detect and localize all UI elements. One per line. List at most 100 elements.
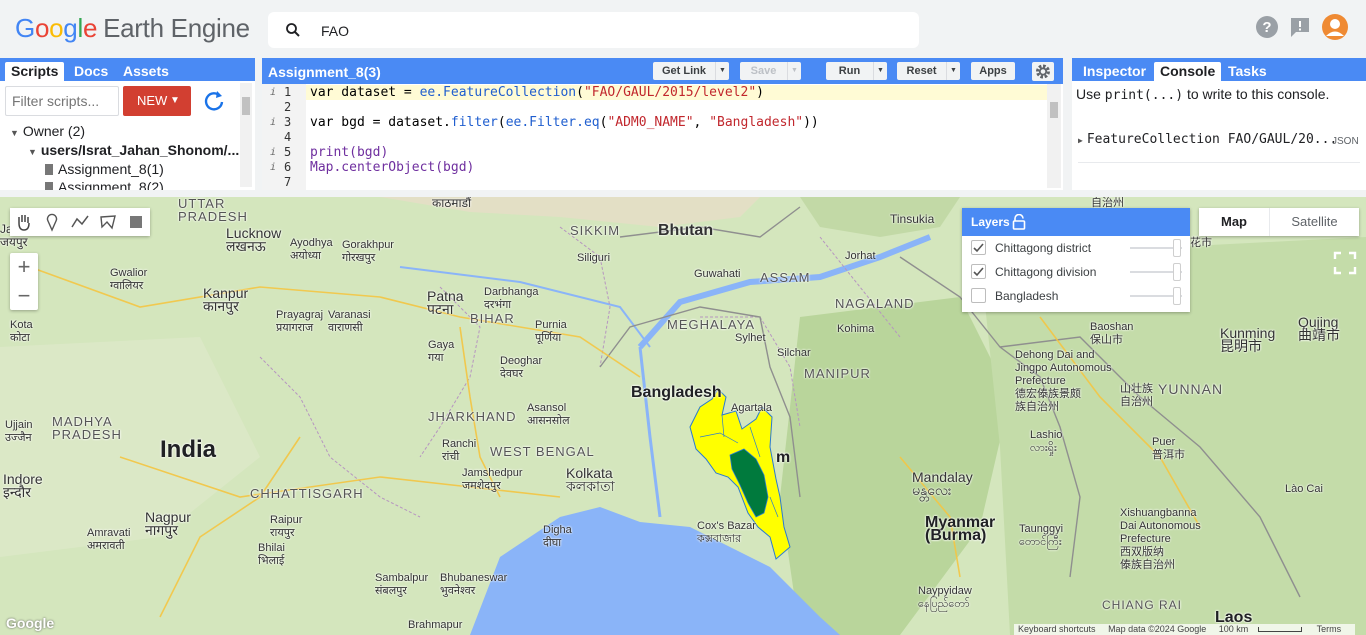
fullscreen-icon[interactable] [1331,249,1359,277]
map-label: Nagpur नागपुर [145,509,191,538]
opacity-slider-handle[interactable] [1173,239,1181,257]
map-label: काठमाडौं [432,197,472,210]
script-file[interactable]: Assignment_8(2) [45,179,164,190]
map-label: Brahmapur [408,619,463,631]
layers-header[interactable]: Layers [962,208,1190,236]
user-folder[interactable]: ▼ users/Israt_Jahan_Shonom/... [28,142,239,158]
caret-down-icon: ▼ [10,128,19,138]
map-label: MEGHALAYA [667,317,755,332]
refresh-icon[interactable] [200,87,228,115]
info-icon[interactable]: i [270,160,276,175]
map-type-map-button[interactable]: Map [1199,208,1269,236]
filter-scripts-input[interactable] [5,86,119,116]
draw-line-icon[interactable] [66,208,94,236]
divider [1078,162,1360,163]
map-label: Sylhet [735,332,766,344]
code-line-1[interactable]: var dataset = ee.FeatureCollection("FAO/… [310,85,764,100]
map-label: Patna पटना [427,288,464,317]
opacity-slider-handle[interactable] [1173,263,1181,281]
map-label: Indore इन्दौर [3,471,43,500]
file-icon [45,164,53,175]
scale-label[interactable]: 100 km [1219,624,1249,634]
caret-down-icon[interactable]: ▼ [787,62,801,80]
owner-group[interactable]: ▼ Owner (2) [10,123,85,139]
caret-down-icon[interactable]: ▼ [946,62,960,80]
search-bar[interactable]: FAO [268,12,919,48]
caret-down-icon[interactable]: ▼ [873,62,887,80]
draw-rectangle-icon[interactable] [122,208,150,236]
map-label-laos: Laos [1215,609,1253,626]
earth-engine-logo[interactable]: Google Earth Engine [15,13,250,44]
draw-polygon-icon[interactable] [94,208,122,236]
help-icon[interactable]: ? [1253,13,1281,41]
layer-checkbox[interactable] [971,264,986,279]
caret-right-icon: ▶ [1078,136,1083,145]
tab-assets[interactable]: Assets [117,62,175,81]
map-label: Cox's Bazar কক্সবাজার [697,520,756,545]
info-icon[interactable]: i [270,85,276,100]
account-avatar-icon[interactable] [1321,13,1349,41]
tab-inspector[interactable]: Inspector [1077,62,1152,81]
info-icon[interactable]: i [270,145,276,160]
map-label: 山壮族 自治州 [1120,383,1153,408]
drawing-tools [10,208,150,236]
map-label: Dehong Dai and Jingpo Autonomous Prefect… [1015,349,1112,413]
code-line-3[interactable]: var bgd = dataset.filter(ee.Filter.eq("A… [310,115,819,130]
map-label-bangladesh: Bangladesh [631,384,722,401]
line-number: i1 [270,85,292,100]
map-label: Qujing 曲靖市 [1298,314,1340,343]
map-label: Mandalay မန္တလေး [912,469,973,498]
tab-scripts[interactable]: Scripts [5,62,65,81]
caret-down-icon[interactable]: ▼ [715,62,729,80]
save-button[interactable]: Save ▼ [740,62,801,80]
settings-gear-icon[interactable] [1032,62,1054,81]
scripts-scrollbar[interactable] [240,83,252,187]
script-file-label: Assignment_8(2) [58,179,164,190]
code-line-6[interactable]: Map.centerObject(bgd) [310,160,474,175]
layer-checkbox[interactable] [971,288,986,303]
json-badge[interactable]: JSON [1332,136,1359,147]
zoom-in-button[interactable]: + [10,253,38,281]
file-icon [45,182,53,190]
new-button-label: NEW [137,93,168,108]
apps-button[interactable]: Apps [971,62,1015,80]
layer-row[interactable]: Chittagong district [962,236,1190,260]
reset-button[interactable]: Reset ▼ [897,62,960,80]
info-icon[interactable]: i [270,115,276,130]
layer-row[interactable]: Bangladesh [962,284,1190,308]
feedback-icon[interactable] [1286,13,1314,41]
tab-tasks[interactable]: Tasks [1222,62,1273,81]
marker-point-icon[interactable] [38,208,66,236]
run-button[interactable]: Run ▼ [826,62,887,80]
unlock-icon[interactable] [1012,214,1026,230]
layer-checkbox[interactable] [971,240,986,255]
map-label: Asansol आसनसोल [527,402,570,427]
scripts-tabbar: Scripts Docs Assets [0,58,255,81]
map-label: m [776,449,791,466]
map-canvas[interactable]: UTTAR PRADESH काठमाडौं SIKKIM Bhutan Tin… [0,197,1366,635]
map-type-satellite-button[interactable]: Satellite [1269,208,1359,236]
get-link-label: Get Link [661,65,706,77]
pan-hand-icon[interactable] [10,208,38,236]
tab-console[interactable]: Console [1154,62,1222,81]
app-header: Google Earth Engine FAO ? [0,0,1366,58]
owner-label: Owner (2) [22,123,86,139]
map-label: Guwahati [694,268,741,280]
layer-row[interactable]: Chittagong division [962,260,1190,284]
script-file[interactable]: Assignment_8(1) [45,161,164,177]
map-label: SIKKIM [570,223,621,238]
new-script-button[interactable]: NEW ▼ [123,86,191,116]
zoom-out-button[interactable]: − [10,282,38,310]
keyboard-shortcuts-link[interactable]: Keyboard shortcuts [1018,624,1096,634]
user-folder-label: users/Israt_Jahan_Shonom/... [40,142,240,158]
code-line-5[interactable]: print(bgd) [310,145,388,160]
console-entry[interactable]: ▶ FeatureCollection FAO/GAUL/20... [1078,132,1337,147]
search-input[interactable]: FAO [321,23,349,39]
console-tabbar: Inspector Console Tasks [1072,58,1366,81]
map-label: Lào Cai [1285,483,1323,495]
get-link-button[interactable]: Get Link ▼ [653,62,729,80]
terms-link[interactable]: Terms [1317,624,1342,634]
tab-docs[interactable]: Docs [68,62,114,81]
editor-scrollbar[interactable] [1047,84,1061,188]
opacity-slider-handle[interactable] [1173,287,1181,305]
